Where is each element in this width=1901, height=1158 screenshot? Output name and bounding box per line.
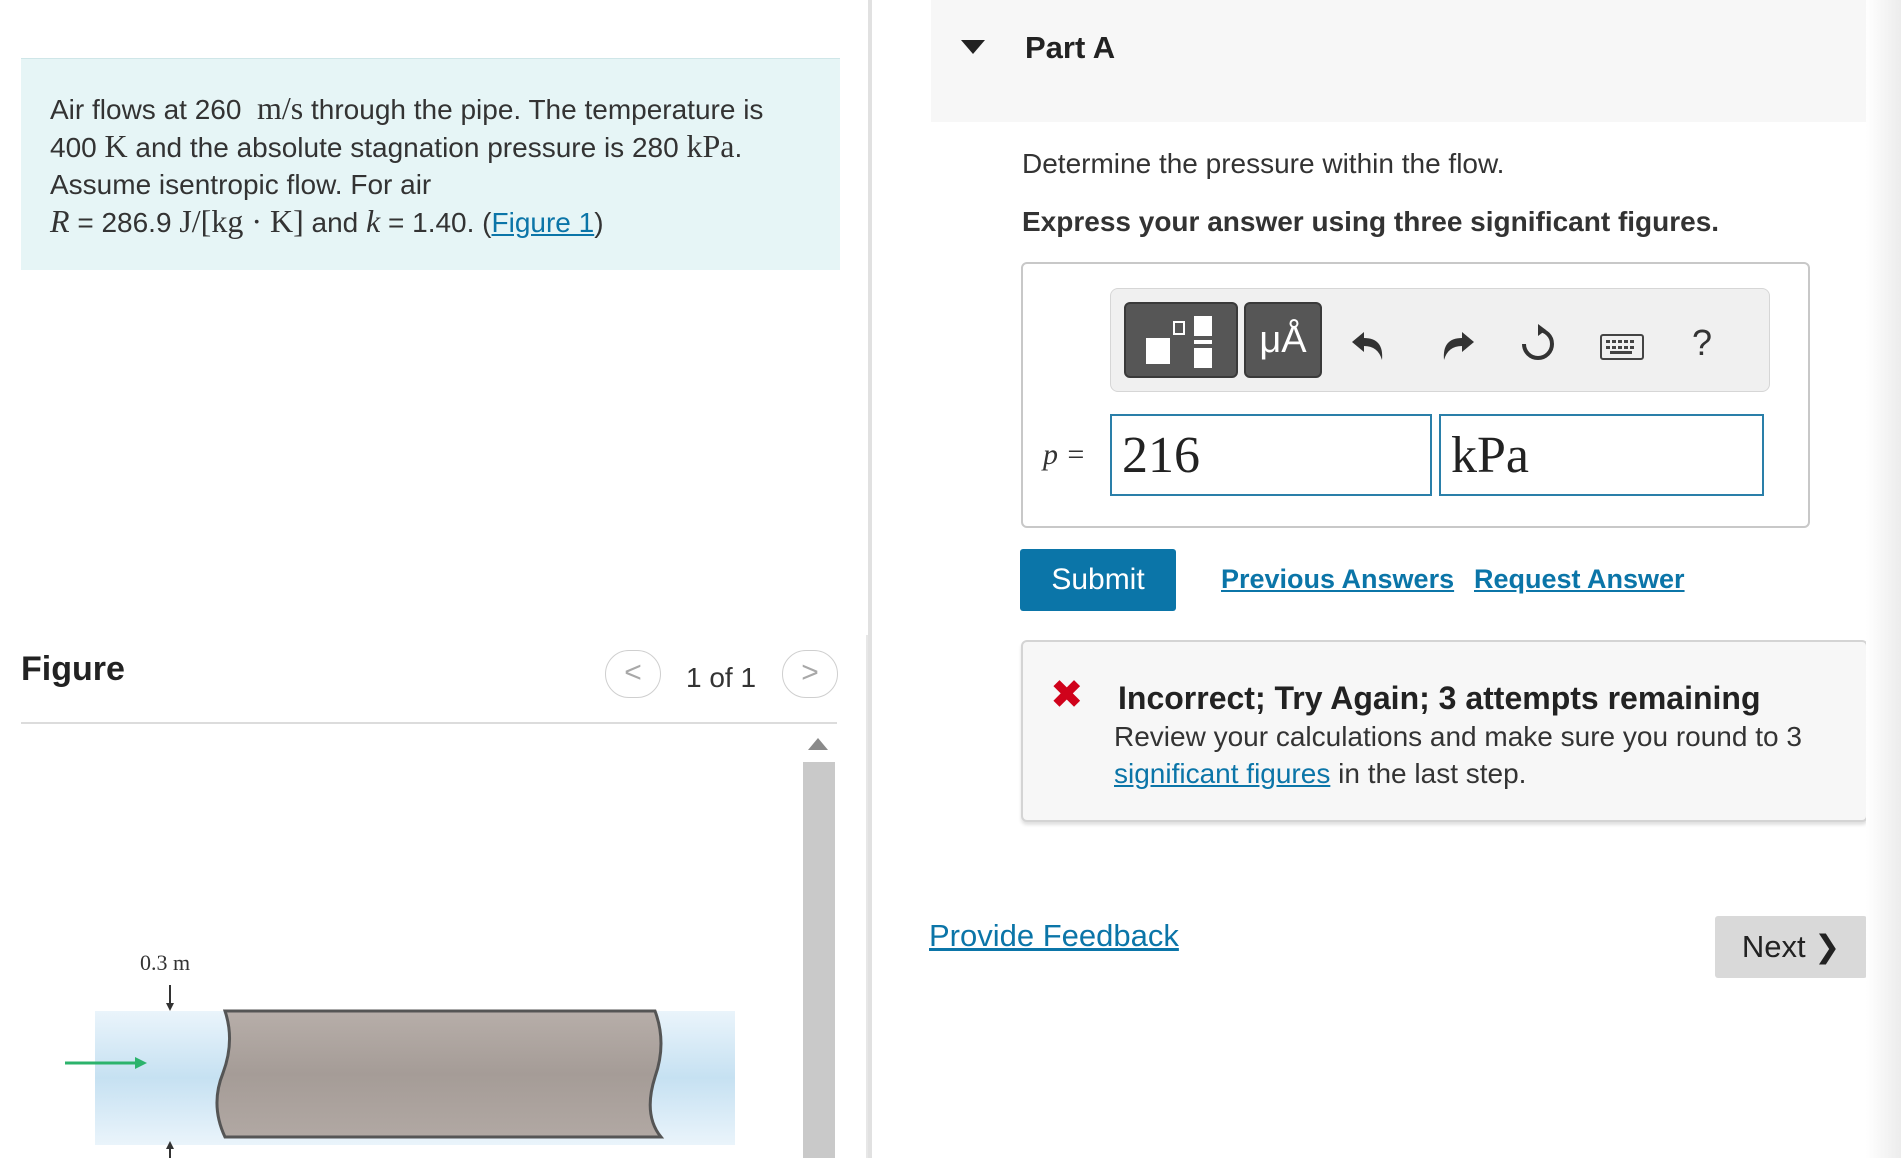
answer-unit-input[interactable]: kPa [1439,414,1764,496]
chevron-right-icon: ❯ [1814,929,1841,964]
right-edge-shade [1866,0,1901,1158]
problem-text-1: Air flows at 260 [50,94,242,125]
dimension-arrowhead-top [166,1003,174,1011]
part-title: Part A [1025,30,1116,65]
problem-text-3: and the absolute stagnation pressure is … [135,132,679,163]
fraction-template-icon [1146,316,1212,368]
template-button[interactable] [1124,302,1238,378]
feedback-message: Review your calculations and make sure y… [1114,718,1854,792]
unit-gas-constant: J/[kg · K] [179,203,304,239]
problem-statement: Air flows at 260 m/s through the pipe. T… [50,90,810,241]
gas-constant-symbol: R [50,203,70,239]
instruction-text: Express your answer using three signific… [1022,206,1720,237]
figure-divider [21,722,837,724]
k-symbol: k [366,203,381,239]
next-label: Next [1741,929,1806,964]
unit-temperature: K [104,128,128,164]
help-button[interactable]: ? [1692,322,1712,364]
feedback-message-text: Review your calculations and make sure y… [1114,721,1802,752]
diameter-label: 0.3 m [140,950,190,975]
previous-answers-link[interactable]: Previous Answers [1221,564,1454,595]
units-button[interactable]: μÅ [1244,302,1322,378]
submit-button[interactable]: Submit [1020,549,1176,611]
problem-text-7: = 1.40. ( [388,207,492,238]
figure-page-count: 1 of 1 [686,662,757,693]
figure-next-button[interactable]: > [782,650,838,698]
significant-figures-link[interactable]: significant figures [1114,758,1330,789]
feedback-message-end: in the last step. [1330,758,1527,789]
unit-pressure: kPa [686,128,735,164]
pipe-body [215,1009,665,1139]
answer-variable-label: p = [1043,438,1086,471]
figure-title: Figure [21,650,125,688]
feedback-title: Incorrect; Try Again; 3 attempts remaini… [1118,680,1761,716]
answer-value-input[interactable]: 216 [1110,414,1432,496]
figure-scroll-thumb[interactable] [803,762,835,1158]
problem-text-8: ) [594,207,604,238]
problem-text-6: and [311,207,359,238]
figure-link[interactable]: Figure 1 [492,207,595,238]
request-answer-link[interactable]: Request Answer [1474,564,1685,595]
question-text: Determine the pressure within the flow. [1022,148,1505,179]
next-button[interactable]: Next ❯ [1715,916,1867,978]
reset-icon[interactable] [1516,322,1560,373]
scroll-up-icon[interactable] [808,738,828,750]
pane-divider[interactable] [868,0,872,1158]
collapse-caret-icon[interactable] [961,40,985,54]
redo-icon[interactable] [1436,326,1476,373]
pipe-figure: 0.3 m [65,950,735,1158]
problem-text-5: = 286.9 [77,207,172,238]
provide-feedback-link[interactable]: Provide Feedback [929,918,1179,954]
keyboard-icon[interactable] [1600,334,1644,360]
unit-velocity: m/s [256,90,304,126]
figure-prev-button[interactable]: < [605,650,661,698]
pane-divider-shadow [866,635,868,1158]
incorrect-icon: ✖ [1050,673,1084,717]
undo-icon[interactable] [1350,326,1390,373]
